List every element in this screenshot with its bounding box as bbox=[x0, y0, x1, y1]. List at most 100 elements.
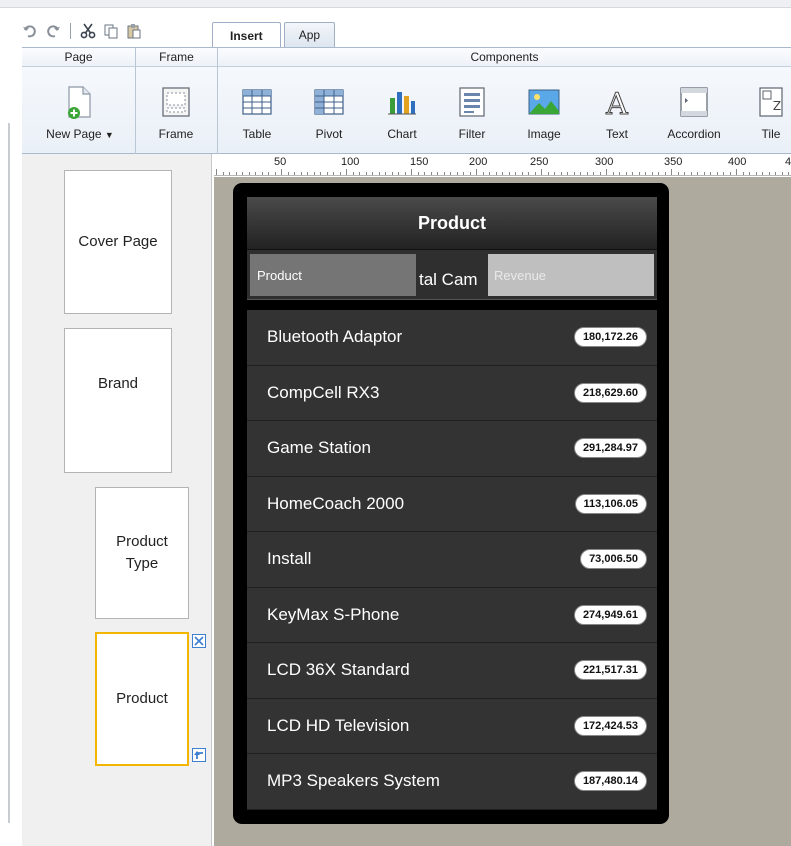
new-page-label: New Page bbox=[46, 127, 102, 141]
ruler-tick bbox=[521, 172, 523, 175]
toolbar-separator bbox=[70, 23, 71, 39]
ruler-tick bbox=[333, 172, 334, 175]
filter-icon bbox=[455, 84, 489, 120]
tab-app[interactable]: App bbox=[283, 22, 336, 47]
text-button[interactable]: A Text bbox=[596, 70, 638, 148]
ruler-tick bbox=[671, 169, 672, 175]
list-item[interactable]: KeyMax S-Phone 274,949.61 bbox=[247, 587, 657, 643]
ruler-tick bbox=[489, 172, 490, 175]
ruler-tick bbox=[222, 172, 224, 175]
ruler-tick bbox=[255, 172, 256, 175]
list-item[interactable]: LCD HD Television 172,424.53 bbox=[247, 698, 657, 754]
ruler-label: 400 bbox=[728, 156, 747, 168]
list-item[interactable]: MP3 Speakers System 187,480.14 bbox=[247, 754, 657, 810]
ruler-tick bbox=[541, 169, 542, 175]
ruler-tick bbox=[424, 172, 425, 175]
item-name: MP3 Speakers System bbox=[267, 771, 440, 791]
list-item[interactable]: Bluetooth Adaptor 180,172.26 bbox=[247, 310, 657, 366]
ruler-tick bbox=[242, 172, 243, 175]
left-edge-splitter[interactable] bbox=[8, 123, 10, 823]
ruler-tick bbox=[235, 172, 237, 175]
ruler-tick bbox=[625, 172, 627, 175]
page-thumbnail-cover[interactable]: Cover Page bbox=[64, 170, 172, 314]
page-thumbnail-product-type[interactable]: Product Type bbox=[95, 487, 189, 619]
list-item[interactable]: Install 73,006.50 bbox=[247, 532, 657, 588]
page-label: Product Type bbox=[116, 533, 168, 572]
list-item[interactable]: LCD 36X Standard 221,517.31 bbox=[247, 643, 657, 699]
ruler-tick bbox=[586, 172, 588, 175]
ruler-tick bbox=[723, 172, 724, 175]
ruler-tick bbox=[404, 172, 406, 175]
ruler-label: 250 bbox=[530, 156, 549, 168]
close-icon[interactable] bbox=[192, 634, 206, 648]
ruler-tick bbox=[619, 172, 620, 175]
group-page-label: Page bbox=[22, 48, 135, 67]
ruler-tick bbox=[645, 172, 646, 175]
undo-icon[interactable] bbox=[22, 23, 38, 39]
image-button[interactable]: Image bbox=[520, 70, 568, 148]
page-thumbnail-brand[interactable]: Brand bbox=[64, 328, 172, 473]
ruler-label: 350 bbox=[664, 156, 683, 168]
svg-text:A: A bbox=[605, 87, 628, 118]
ruler-tick bbox=[515, 172, 516, 175]
accordion-label: Accordion bbox=[667, 127, 721, 141]
ruler-tick bbox=[430, 172, 432, 175]
accordion-button[interactable]: Accordion bbox=[660, 70, 728, 148]
value-badge: 218,629.60 bbox=[573, 382, 647, 403]
value-badge: 180,172.26 bbox=[573, 327, 647, 347]
page-thumbnail-panel: Cover Page Brand Product Type Product bbox=[22, 154, 212, 846]
ruler-tick bbox=[612, 172, 614, 175]
list-item[interactable]: HomeCoach 2000 113,106.05 bbox=[247, 476, 657, 532]
tab-insert[interactable]: Insert bbox=[212, 22, 281, 48]
table-label: Table bbox=[242, 127, 272, 141]
redo-icon[interactable] bbox=[45, 23, 61, 39]
value-badge: 291,284.97 bbox=[573, 438, 647, 458]
ruler-tick bbox=[573, 172, 575, 175]
ruler-tick bbox=[534, 172, 536, 175]
ruler-tick bbox=[502, 172, 503, 175]
new-page-button[interactable]: New Page ▼ bbox=[30, 70, 130, 148]
ruler-tick bbox=[632, 172, 633, 175]
list-item[interactable]: Game Station 291,284.97 bbox=[247, 421, 657, 477]
chart-button[interactable]: Chart bbox=[380, 70, 424, 148]
value-badge: 187,480.14 bbox=[573, 771, 647, 791]
frame-button[interactable]: Frame bbox=[144, 70, 208, 148]
quick-access-toolbar bbox=[22, 20, 142, 42]
page-thumbnail-product[interactable]: Product bbox=[95, 632, 189, 766]
segment-product[interactable]: Product bbox=[250, 254, 416, 296]
ruler-tick bbox=[560, 172, 562, 175]
copy-icon[interactable] bbox=[103, 23, 119, 39]
value-badge: 172,424.53 bbox=[573, 715, 647, 736]
filter-button[interactable]: Filter bbox=[450, 70, 494, 148]
return-icon[interactable] bbox=[192, 748, 206, 762]
ruler-tick bbox=[398, 172, 399, 175]
ruler-tick bbox=[729, 172, 731, 175]
ruler-tick bbox=[684, 172, 685, 175]
ruler-tick bbox=[248, 172, 250, 175]
ruler-tick bbox=[456, 172, 458, 175]
pivot-label: Pivot bbox=[315, 127, 343, 141]
segment-revenue[interactable]: Revenue bbox=[488, 254, 654, 296]
item-name: HomeCoach 2000 bbox=[267, 493, 405, 513]
ruler-tick bbox=[567, 172, 568, 175]
pivot-button[interactable]: Pivot bbox=[306, 70, 352, 148]
chart-label: Chart bbox=[387, 127, 417, 141]
cut-icon[interactable] bbox=[80, 23, 96, 39]
ruler-tick bbox=[359, 172, 360, 175]
list-item[interactable]: CompCell RX3 218,629.60 bbox=[247, 365, 657, 421]
chevron-down-icon: ▼ bbox=[104, 130, 114, 140]
ruler-tick bbox=[495, 172, 497, 175]
ribbon-tabs: Insert App bbox=[212, 22, 336, 48]
ruler-tick bbox=[352, 172, 354, 175]
ruler-tick bbox=[391, 172, 393, 175]
horizontal-ruler: 50 100 150 200 250 300 350 400 4 bbox=[214, 154, 791, 176]
ruler-tick bbox=[294, 172, 295, 175]
frame-icon bbox=[159, 84, 193, 120]
tile-button[interactable]: Z Tile bbox=[754, 70, 788, 148]
ruler-tick bbox=[742, 172, 744, 175]
ruler-tick bbox=[385, 172, 386, 175]
ruler-tick bbox=[469, 172, 471, 175]
new-page-icon bbox=[63, 84, 97, 120]
table-button[interactable]: Table bbox=[234, 70, 280, 148]
paste-icon[interactable] bbox=[126, 23, 142, 39]
